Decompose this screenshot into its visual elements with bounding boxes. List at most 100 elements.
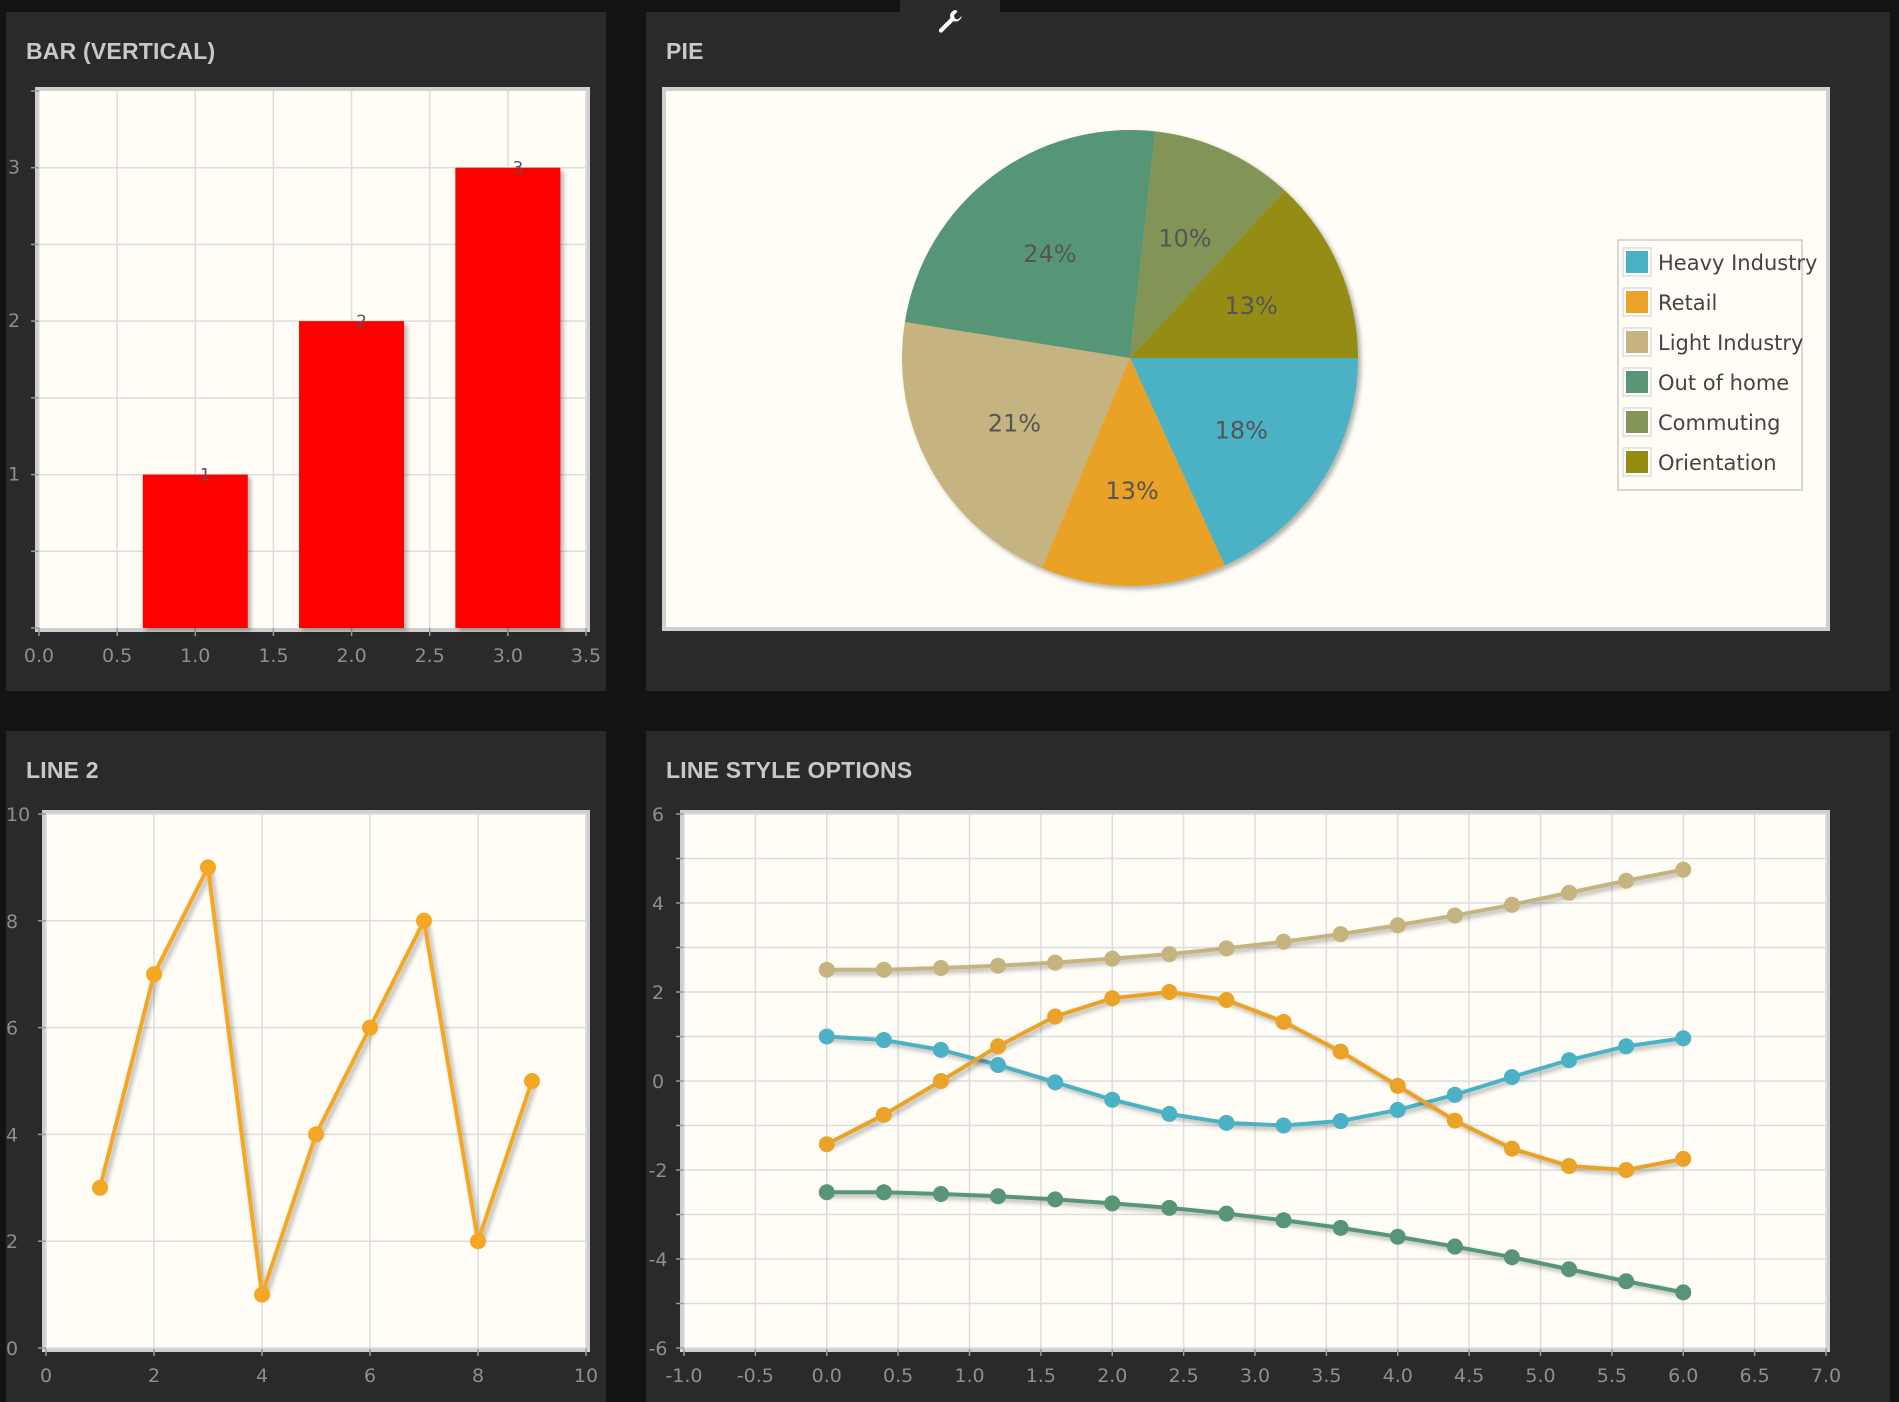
- ls-point: [1332, 1113, 1349, 1130]
- ls-point: [1275, 1117, 1292, 1134]
- ls-point: [1161, 1105, 1178, 1122]
- line2-xtick-label: 4: [256, 1365, 268, 1387]
- ls-point: [1561, 884, 1578, 901]
- line2-xtick-label: 6: [364, 1365, 376, 1387]
- legend-swatch: [1626, 251, 1648, 273]
- ls-point: [990, 1188, 1007, 1205]
- line2-point: [92, 1179, 108, 1196]
- pie-slice-label: 18%: [1215, 416, 1268, 444]
- ls-point: [1446, 1238, 1463, 1255]
- ls-point: [1275, 933, 1292, 950]
- ls-xtick-label: 1.5: [1026, 1365, 1056, 1387]
- bar-rect: [299, 321, 405, 628]
- line2-xtick-label: 2: [148, 1365, 160, 1387]
- ls-xtick-label: 6.0: [1668, 1365, 1698, 1387]
- ls-point: [1446, 1086, 1463, 1103]
- line2-chart: 0 2 4 6 8 10 0 2 4 6 8 10: [6, 804, 598, 1387]
- ls-point: [932, 1073, 949, 1089]
- ls-point: [1161, 1199, 1178, 1216]
- settings-button[interactable]: [900, 0, 1000, 44]
- ls-point: [1047, 1074, 1064, 1091]
- ls-xtick-label: 5.0: [1525, 1365, 1555, 1387]
- ls-point: [1161, 984, 1178, 1000]
- bar-panel: BAR (VERTICAL) 0.0 0.5 1.0 1.5 2.0 2.5 3.0 3.5 1…: [6, 12, 606, 691]
- line2-xtick-label: 0: [40, 1365, 52, 1387]
- legend-swatch: [1626, 451, 1648, 473]
- ls-point: [1218, 1114, 1235, 1131]
- pie-slices: [902, 130, 1358, 586]
- ls-ytick-label: -4: [649, 1249, 668, 1271]
- pie-slice-label: 13%: [1105, 477, 1158, 505]
- ls-point: [1618, 872, 1635, 889]
- pie-chart: 18% 13% 21% 24% 10% 13% Heavy Industry Retail Li…: [662, 87, 1830, 631]
- line2-point: [362, 1019, 378, 1036]
- ls-ytick-label: 2: [652, 982, 664, 1004]
- line2-point: [146, 966, 162, 983]
- ls-point: [1332, 1043, 1349, 1060]
- ls-xtick-label: 0.0: [812, 1365, 842, 1387]
- ls-point: [1675, 861, 1692, 878]
- ls-xtick-label: 1.0: [954, 1365, 984, 1387]
- pie-panel: PIE 18% 13% 21% 24% 10% 13% Heavy Industry Reta…: [646, 12, 1890, 691]
- ls-point: [1104, 950, 1121, 967]
- line2-panel: LINE 2 0 2 4 6 8 10 0 2 4 6 8 10: [6, 731, 606, 1402]
- ls-ytick-label: -2: [649, 1160, 668, 1182]
- ls-point: [1618, 1273, 1635, 1290]
- ls-point: [875, 1106, 892, 1123]
- ls-xtick-label: 3.0: [1240, 1365, 1270, 1387]
- ls-point: [1047, 954, 1064, 971]
- linestyle-panel: LINE STYLE OPTIONS -1.0 -0.5 0.0 0.5 1.0 1.5 2…: [646, 731, 1890, 1402]
- line2-xtick-label: 8: [472, 1365, 484, 1387]
- ls-xtick-label: 2.0: [1097, 1365, 1127, 1387]
- ls-point: [875, 1032, 892, 1049]
- bar-ytick-label: 1: [8, 464, 20, 486]
- bar-xtick-label: 1.5: [258, 645, 288, 667]
- pie-slice-label: 24%: [1023, 240, 1076, 268]
- ls-point: [1675, 1030, 1692, 1047]
- ls-point: [1618, 1162, 1635, 1178]
- ls-point: [932, 1186, 949, 1203]
- ls-point: [875, 1184, 892, 1201]
- ls-point: [1561, 1052, 1578, 1069]
- bar-xtick-label: 0.5: [102, 645, 132, 667]
- ls-point: [1618, 1038, 1635, 1055]
- ls-point: [1389, 1228, 1406, 1245]
- bar-rect: [455, 167, 561, 628]
- legend-label: Commuting: [1658, 411, 1780, 435]
- legend-swatch: [1626, 411, 1648, 433]
- ls-ytick-label: 0: [652, 1071, 664, 1093]
- line2-ytick-label: 2: [6, 1231, 18, 1253]
- ls-point: [1561, 1261, 1578, 1278]
- legend-label: Light Industry: [1658, 331, 1803, 355]
- ls-point: [1389, 1077, 1406, 1094]
- ls-ytick-label: -6: [649, 1338, 668, 1360]
- legend-label: Out of home: [1658, 371, 1789, 395]
- ls-ytick-label: 4: [652, 893, 664, 915]
- line2-point: [254, 1286, 270, 1303]
- ls-point: [1275, 1212, 1292, 1229]
- bar-data-label: 2: [356, 312, 367, 332]
- ls-point: [1389, 1101, 1406, 1118]
- ls-xtick-label: 6.5: [1740, 1365, 1770, 1387]
- line2-ytick-label: 0: [6, 1338, 18, 1360]
- legend-swatch: [1626, 331, 1648, 353]
- bar-data-label: 3: [512, 159, 523, 179]
- ls-point: [1218, 992, 1235, 1009]
- legend-swatch: [1626, 291, 1648, 313]
- ls-xtick-label: 2.5: [1169, 1365, 1199, 1387]
- ls-point: [1503, 1068, 1520, 1085]
- bar-xtick-label: 3.0: [493, 645, 523, 667]
- ls-point: [1104, 1195, 1121, 1212]
- ls-point: [818, 961, 835, 978]
- ls-point: [818, 1028, 835, 1045]
- bar-ytick-label: 2: [8, 310, 20, 332]
- ls-point: [1104, 990, 1121, 1007]
- legend-label: Heavy Industry: [1658, 251, 1818, 275]
- ls-point: [1332, 1219, 1349, 1236]
- ls-point: [875, 961, 892, 978]
- bar-data-label: 1: [200, 466, 211, 486]
- pie-slice-label: 13%: [1224, 292, 1277, 320]
- pie-slice-label: 10%: [1158, 225, 1211, 253]
- line2-point: [200, 859, 216, 876]
- ls-point: [1675, 1284, 1692, 1301]
